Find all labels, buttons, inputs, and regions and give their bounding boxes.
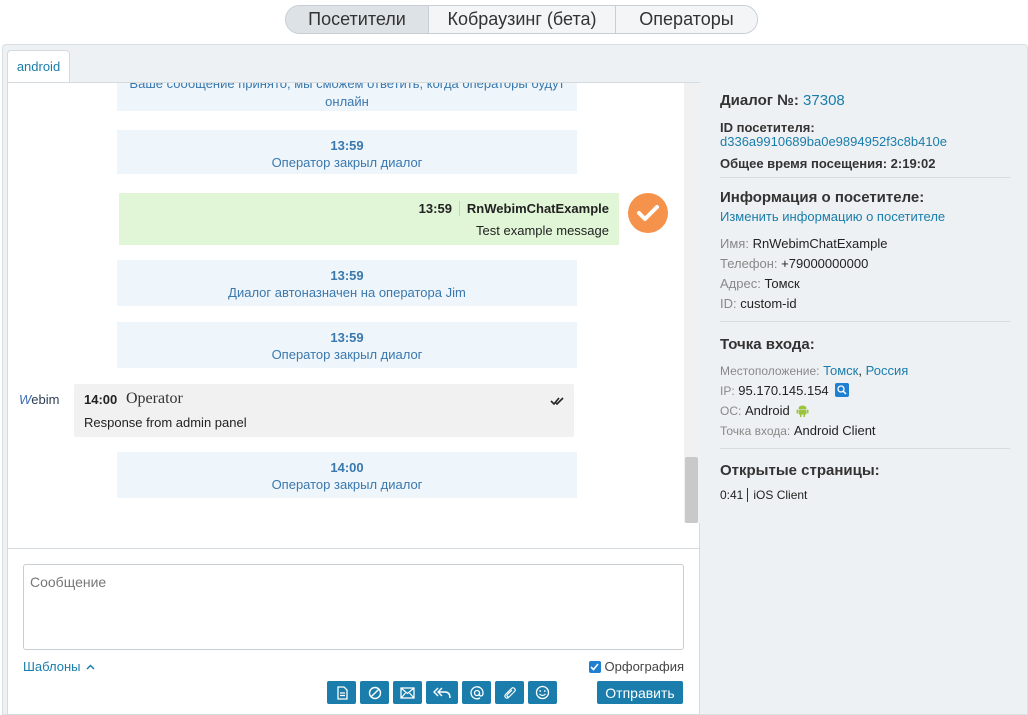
system-message-text: Оператор закрыл диалог xyxy=(271,477,423,492)
visitor-id-row: ID: custom-id xyxy=(720,296,797,311)
location-country-link[interactable]: Россия xyxy=(866,363,909,378)
message-text: Test example message xyxy=(476,223,609,238)
templates-toggle[interactable]: Шаблоны xyxy=(23,659,95,674)
scrollbar-thumb[interactable] xyxy=(685,457,698,523)
ip-value: 95.170.145.154 xyxy=(738,383,829,398)
send-button[interactable]: Отправить xyxy=(597,681,683,704)
page-name: iOS Client xyxy=(753,488,808,502)
top-tab-bar: Посетители Кобраузинг (бета) Операторы xyxy=(285,5,758,34)
id-value: custom-id xyxy=(740,296,797,311)
reply-all-icon[interactable] xyxy=(426,681,458,704)
dialog-number-row: Диалог №: 37308 xyxy=(720,92,845,109)
composer-divider xyxy=(8,548,700,549)
operator-name: Operator xyxy=(126,390,183,407)
dialog-number-link[interactable]: 37308 xyxy=(803,92,845,109)
visit-time-row: Общее время посещения: 2:19:02 xyxy=(720,156,935,171)
attach-icon[interactable] xyxy=(495,681,524,704)
chat-panel: Ваше сообщение принято, мы сможем ответи… xyxy=(7,82,700,715)
address-key: Адрес: xyxy=(720,276,761,291)
search-icon[interactable] xyxy=(835,383,850,397)
spellcheck-toggle[interactable]: Орфография xyxy=(588,659,684,674)
tab-operators[interactable]: Операторы xyxy=(616,6,757,33)
ip-row: IP: 95.170.145.154 xyxy=(720,383,850,398)
system-message: 13:59 Оператор закрыл диалог xyxy=(117,130,577,174)
edit-visitor-info-link[interactable]: Изменить информацию о посетителе xyxy=(720,209,945,224)
system-message: 13:59 Диалог автоназначен на оператора J… xyxy=(117,260,577,306)
location-city-link[interactable]: Томск xyxy=(823,363,858,378)
system-message: Ваше сообщение принято, мы сможем ответи… xyxy=(117,83,577,111)
message-time: 13:59 xyxy=(330,268,364,283)
mail-icon[interactable] xyxy=(393,681,422,704)
entry-key: Точка входа: xyxy=(720,424,791,438)
phone-value: +79000000000 xyxy=(781,256,869,271)
open-pages-title: Открытые страницы: xyxy=(720,462,880,479)
visit-time-value: 2:19:02 xyxy=(890,156,936,171)
id-key: ID: xyxy=(720,296,737,311)
tab-cobrowsing[interactable]: Кобраузинг (бета) xyxy=(429,6,616,33)
separator xyxy=(720,448,1010,449)
visit-time-label: Общее время посещения: xyxy=(720,156,888,171)
visitor-id-value[interactable]: d336a9910689ba0e9894952f3c8b410e xyxy=(720,134,947,149)
double-check-icon xyxy=(550,394,564,409)
page-time: 0:41 xyxy=(720,488,749,502)
os-row: ОС: Android xyxy=(720,403,809,420)
open-page-item[interactable]: 0:41 iOS Client xyxy=(720,488,807,502)
visitor-address-row: Адрес: Томск xyxy=(720,276,800,291)
visitor-name: RnWebimChatExample xyxy=(466,201,609,216)
visitor-message: 13:59 RnWebimChatExample Test example mes… xyxy=(119,193,619,245)
operator-message: 14:00 Operator Response from admin panel xyxy=(74,384,574,437)
templates-label: Шаблоны xyxy=(23,659,81,674)
visitor-name-row: Имя: RnWebimChatExample xyxy=(720,236,887,251)
block-icon[interactable] xyxy=(360,681,389,704)
spellcheck-label: Орфография xyxy=(604,659,684,674)
at-icon[interactable] xyxy=(462,681,491,704)
system-message: 13:59 Оператор закрыл диалог xyxy=(117,322,577,368)
os-key: ОС: xyxy=(720,404,742,418)
composer-toolbar xyxy=(327,681,557,704)
phone-key: Телефон: xyxy=(720,256,778,271)
tab-visitors[interactable]: Посетители xyxy=(286,6,429,33)
system-message-text: Диалог автоназначен на оператора Jim xyxy=(228,285,466,300)
visitor-info-title: Информация о посетителе: xyxy=(720,189,925,206)
system-message: 14:00 Оператор закрыл диалог xyxy=(117,452,577,498)
location-key: Местоположение: xyxy=(720,364,820,378)
name-key: Имя: xyxy=(720,236,749,251)
message-time: 13:59 xyxy=(330,138,364,153)
name-value: RnWebimChatExample xyxy=(752,236,888,251)
message-placeholder: Сообщение xyxy=(30,574,107,590)
message-time: 13:59 xyxy=(418,201,460,216)
system-message-text: Оператор закрыл диалог xyxy=(271,347,423,362)
entry-row: Точка входа: Android Client xyxy=(720,423,876,438)
document-icon[interactable] xyxy=(327,681,356,704)
chevron-up-icon xyxy=(85,663,95,670)
ip-key: IP: xyxy=(720,384,735,398)
visitor-phone-row: Телефон: +79000000000 xyxy=(720,256,868,271)
message-text: Response from admin panel xyxy=(84,415,247,430)
system-message-text: Ваше сообщение принято, мы сможем ответи… xyxy=(129,83,565,109)
address-value: Томск xyxy=(764,276,800,291)
os-value: Android xyxy=(744,403,790,418)
entry-value: Android Client xyxy=(793,423,876,438)
dialog-number-label: Диалог №: xyxy=(720,92,799,109)
system-message-text: Оператор закрыл диалог xyxy=(271,155,423,170)
location-row: Местоположение: Томск, Россия xyxy=(720,363,909,378)
message-time: 14:00 xyxy=(330,460,364,475)
separator xyxy=(720,321,1010,322)
message-input[interactable]: Сообщение xyxy=(23,564,684,650)
message-time: 13:59 xyxy=(330,330,364,345)
webim-logo: Webim xyxy=(19,392,60,407)
message-time: 14:00 xyxy=(84,392,118,407)
visitor-id-label: ID посетителя: xyxy=(720,120,815,135)
check-icon xyxy=(628,193,668,233)
smile-icon[interactable] xyxy=(528,681,557,704)
android-icon xyxy=(796,403,809,420)
entry-point-title: Точка входа: xyxy=(720,336,815,353)
spellcheck-checkbox[interactable] xyxy=(588,660,601,673)
message-list: Ваше сообщение принято, мы сможем ответи… xyxy=(8,83,684,548)
tab-android[interactable]: android xyxy=(7,50,70,82)
separator xyxy=(720,177,1010,178)
